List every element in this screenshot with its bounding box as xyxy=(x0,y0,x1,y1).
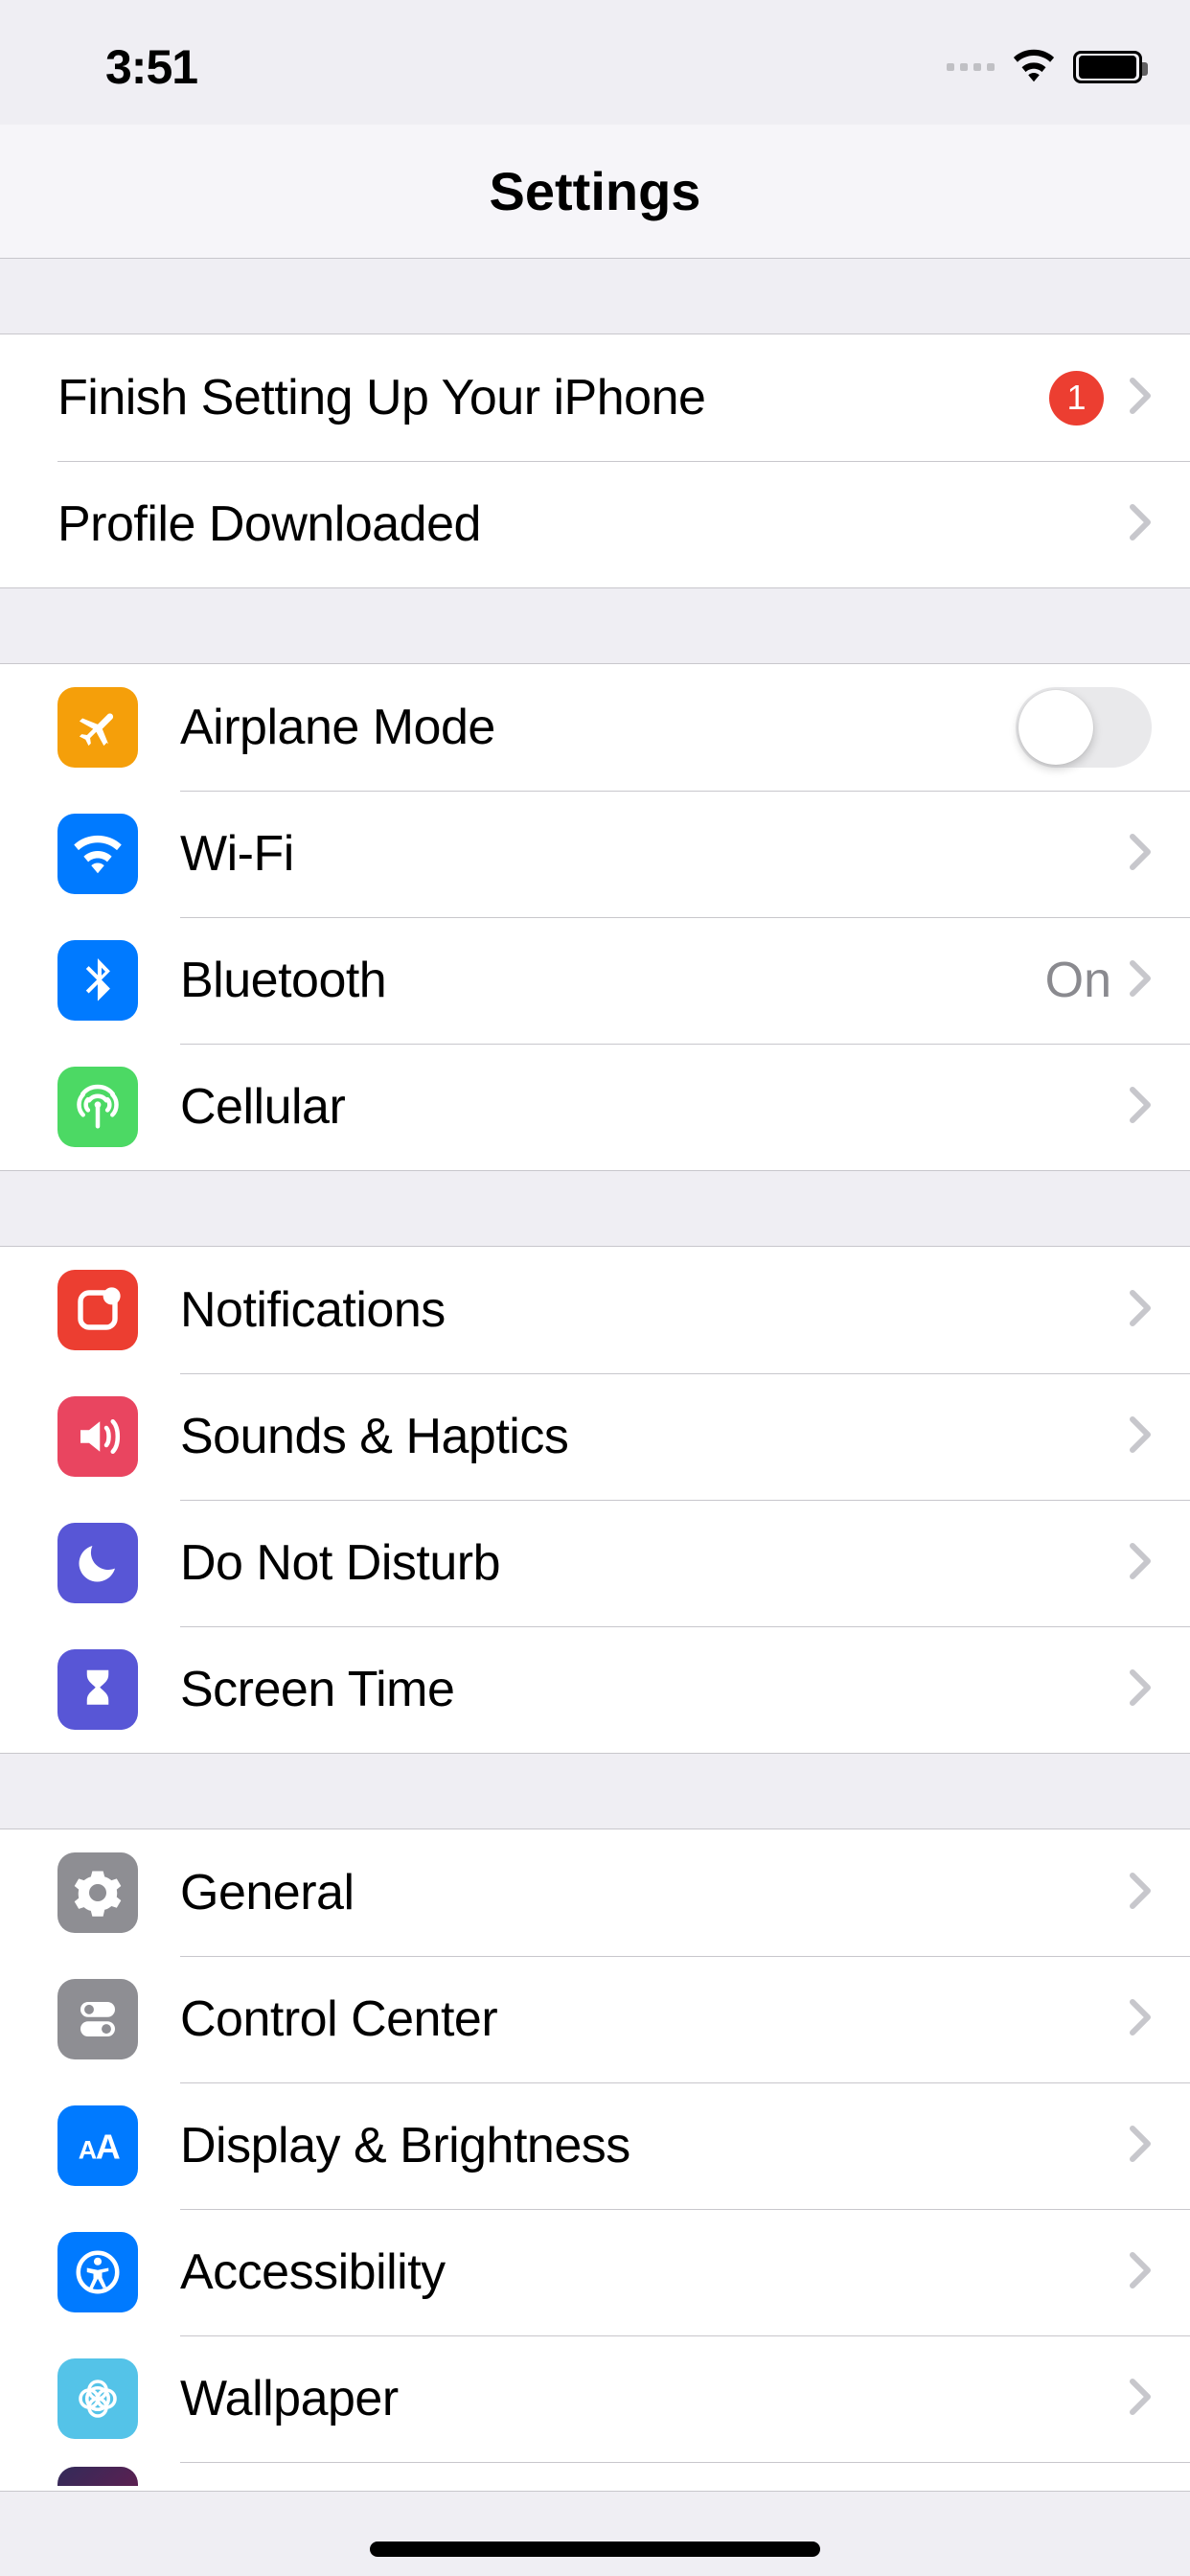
row-label: Profile Downloaded xyxy=(57,495,1129,553)
row-label: Finish Setting Up Your iPhone xyxy=(57,369,1049,426)
airplane-icon xyxy=(57,687,138,768)
status-indicators xyxy=(947,48,1142,87)
hourglass-icon xyxy=(57,1649,138,1730)
toggle-knob xyxy=(1018,690,1093,765)
chevron-right-icon xyxy=(1129,1086,1152,1129)
airplane-toggle[interactable] xyxy=(1016,687,1152,768)
row-label: Cellular xyxy=(180,1078,1129,1136)
row-label: Wallpaper xyxy=(180,2370,1129,2427)
row-label: Do Not Disturb xyxy=(180,1534,1129,1592)
cell-signal-dots xyxy=(947,63,995,71)
display-icon: AA xyxy=(57,2105,138,2186)
row-label: General xyxy=(180,1864,1129,1921)
row-display-brightness[interactable]: AA Display & Brightness xyxy=(0,2082,1190,2209)
row-label: Wi-Fi xyxy=(180,825,1111,883)
home-indicator[interactable] xyxy=(370,2542,820,2557)
wifi-icon xyxy=(1012,48,1056,87)
chevron-right-icon xyxy=(1129,2251,1152,2294)
row-label: Screen Time xyxy=(180,1661,1129,1718)
status-time: 3:51 xyxy=(105,39,197,95)
chevron-right-icon xyxy=(1129,2125,1152,2168)
row-airplane-mode[interactable]: Airplane Mode xyxy=(0,664,1190,791)
row-do-not-disturb[interactable]: Do Not Disturb xyxy=(0,1500,1190,1626)
row-next-peek[interactable] xyxy=(0,2462,1190,2491)
settings-group-setup: Finish Setting Up Your iPhone 1 Profile … xyxy=(0,334,1190,588)
chevron-right-icon xyxy=(1129,1998,1152,2041)
status-bar: 3:51 xyxy=(0,0,1190,125)
badge-count: 1 xyxy=(1049,371,1104,426)
chevron-right-icon xyxy=(1129,833,1152,876)
nav-bar: Settings xyxy=(0,125,1190,259)
row-cellular[interactable]: Cellular xyxy=(0,1044,1190,1170)
control-center-icon xyxy=(57,1979,138,2059)
page-title: Settings xyxy=(490,160,701,222)
chevron-right-icon xyxy=(1129,377,1152,420)
moon-icon xyxy=(57,1523,138,1603)
row-sounds[interactable]: Sounds & Haptics xyxy=(0,1373,1190,1500)
cellular-icon xyxy=(57,1067,138,1147)
chevron-right-icon xyxy=(1129,2378,1152,2421)
notifications-icon xyxy=(57,1270,138,1350)
row-value: On xyxy=(1045,952,1111,1009)
row-wifi[interactable]: Wi-Fi xyxy=(0,791,1190,917)
row-label: Accessibility xyxy=(180,2243,1129,2301)
sounds-icon xyxy=(57,1396,138,1477)
chevron-right-icon xyxy=(1129,1289,1152,1332)
settings-group-connectivity: Airplane Mode Wi-Fi Bluetooth On Cellula… xyxy=(0,663,1190,1171)
row-label: Bluetooth xyxy=(180,952,1045,1009)
row-notifications[interactable]: Notifications xyxy=(0,1247,1190,1373)
row-label: Sounds & Haptics xyxy=(180,1408,1129,1465)
row-bluetooth[interactable]: Bluetooth On xyxy=(0,917,1190,1044)
chevron-right-icon xyxy=(1129,1872,1152,1915)
wallpaper-icon xyxy=(57,2358,138,2439)
row-wallpaper[interactable]: Wallpaper xyxy=(0,2335,1190,2462)
row-control-center[interactable]: Control Center xyxy=(0,1956,1190,2082)
row-accessibility[interactable]: Accessibility xyxy=(0,2209,1190,2335)
chevron-right-icon xyxy=(1129,959,1152,1002)
row-screen-time[interactable]: Screen Time xyxy=(0,1626,1190,1753)
bluetooth-icon xyxy=(57,940,138,1021)
chevron-right-icon xyxy=(1129,1415,1152,1459)
settings-group-alerts: Notifications Sounds & Haptics Do Not Di… xyxy=(0,1246,1190,1754)
row-label: Notifications xyxy=(180,1281,1129,1339)
gear-icon xyxy=(57,1852,138,1933)
siri-icon xyxy=(57,2467,138,2486)
row-label: Control Center xyxy=(180,1990,1129,2048)
wifi-settings-icon xyxy=(57,814,138,894)
chevron-right-icon xyxy=(1129,1542,1152,1585)
settings-group-general: General Control Center AA Display & Brig… xyxy=(0,1828,1190,2492)
accessibility-icon xyxy=(57,2232,138,2312)
battery-icon xyxy=(1073,51,1142,83)
chevron-right-icon xyxy=(1129,1668,1152,1712)
chevron-right-icon xyxy=(1129,503,1152,546)
svg-text:A: A xyxy=(79,2136,98,2165)
row-finish-setup[interactable]: Finish Setting Up Your iPhone 1 xyxy=(0,334,1190,461)
svg-text:A: A xyxy=(96,2128,121,2167)
row-profile-downloaded[interactable]: Profile Downloaded xyxy=(0,461,1190,587)
row-general[interactable]: General xyxy=(0,1829,1190,1956)
row-label: Display & Brightness xyxy=(180,2117,1129,2174)
row-label: Airplane Mode xyxy=(180,699,1016,756)
